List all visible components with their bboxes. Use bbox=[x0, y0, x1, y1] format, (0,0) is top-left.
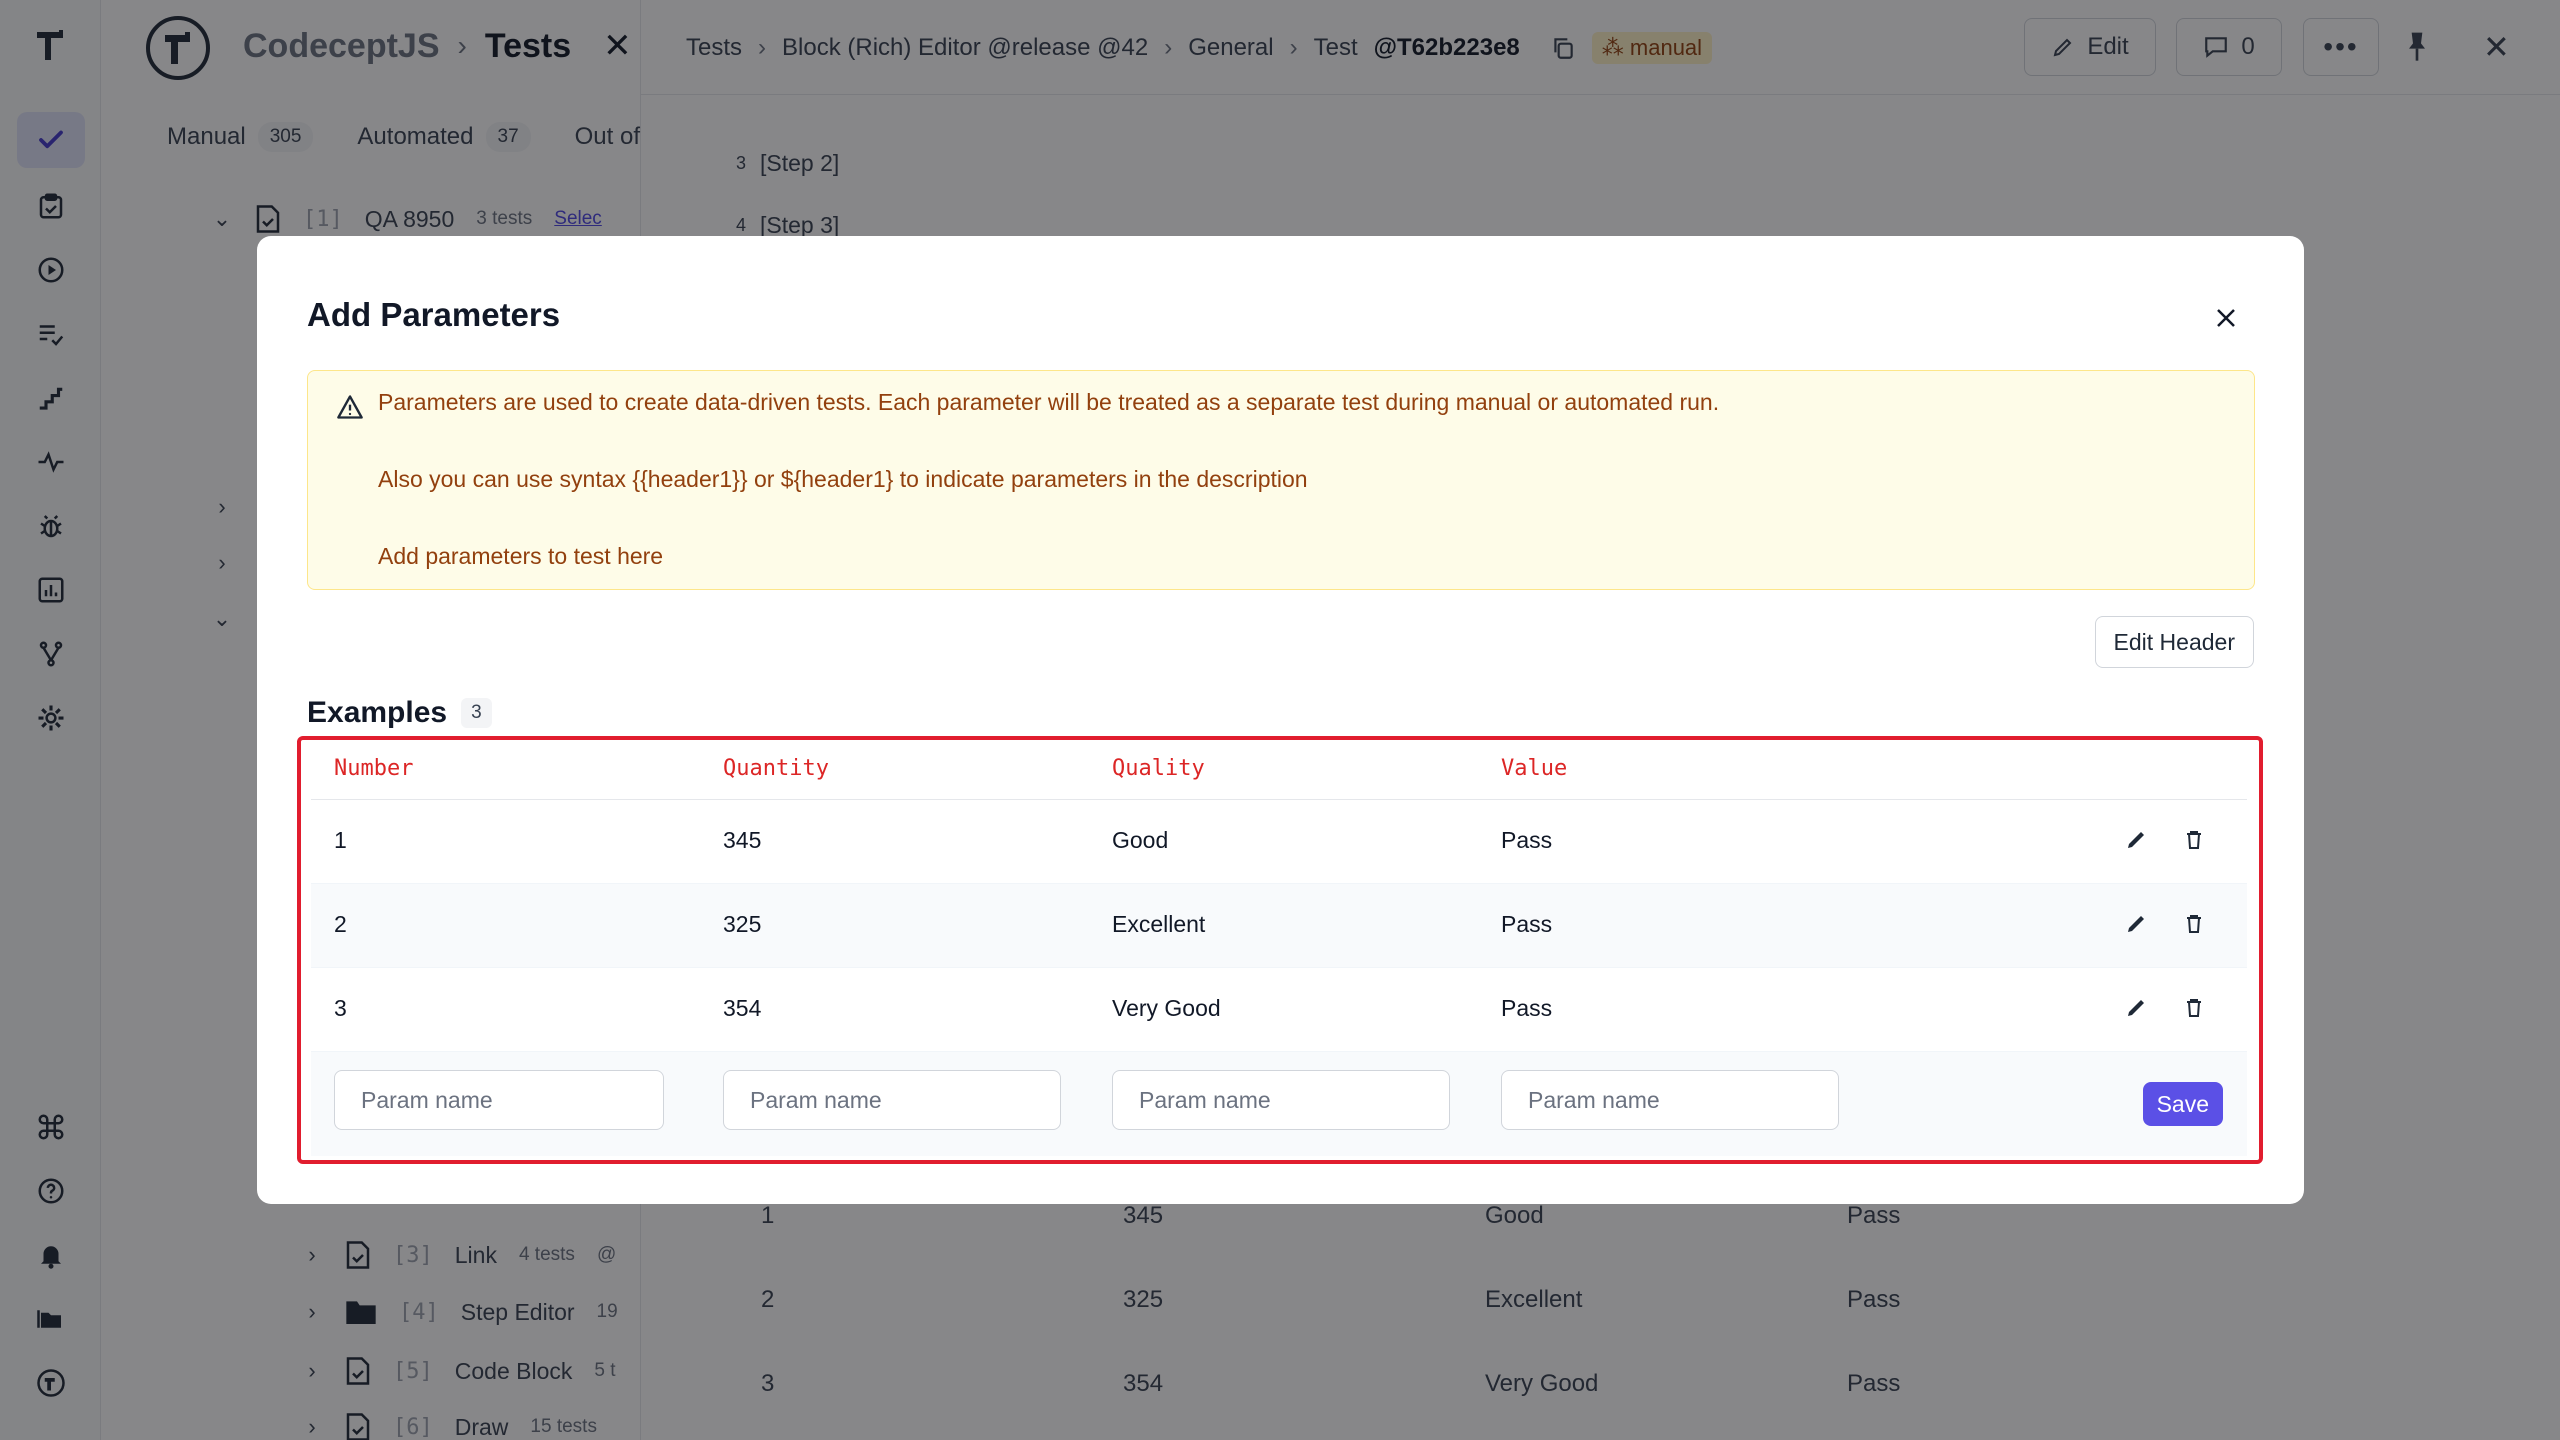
examples-table: Number Quantity Quality Value 1 345 Good… bbox=[297, 736, 2263, 1164]
column-header: Value bbox=[1501, 756, 1568, 781]
cell-quantity: 345 bbox=[723, 827, 762, 853]
warning-icon bbox=[337, 395, 363, 419]
cell-number: 3 bbox=[334, 995, 347, 1021]
alert-text: Also you can use syntax {{header1}} or $… bbox=[378, 466, 1308, 492]
new-example-row: Save bbox=[311, 1052, 2247, 1156]
cell-value: Pass bbox=[1501, 911, 1553, 937]
close-dialog-button[interactable] bbox=[2206, 298, 2246, 338]
add-parameters-dialog: Add Parameters Parameters are used to cr… bbox=[257, 236, 2304, 1204]
close-icon bbox=[2217, 309, 2235, 327]
examples-label: Examples bbox=[307, 696, 448, 729]
cell-quantity: 354 bbox=[723, 995, 762, 1021]
edit-header-button[interactable]: Edit Header bbox=[2094, 616, 2254, 668]
save-button[interactable]: Save bbox=[2142, 1082, 2223, 1126]
examples-heading: Examples 3 bbox=[307, 696, 492, 730]
cell-number: 2 bbox=[334, 911, 347, 937]
param-value-input[interactable] bbox=[1501, 1070, 1839, 1130]
edit-row-button[interactable] bbox=[2118, 906, 2154, 942]
delete-row-button[interactable] bbox=[2176, 906, 2212, 942]
dialog-title: Add Parameters bbox=[307, 296, 561, 333]
delete-row-button[interactable] bbox=[2176, 822, 2212, 858]
pencil-icon bbox=[2128, 1000, 2144, 1016]
trash-icon bbox=[2187, 831, 2201, 849]
column-header: Quantity bbox=[723, 756, 829, 781]
table-row: 3 354 Very Good Pass bbox=[311, 968, 2247, 1052]
info-alert: Parameters are used to create data-drive… bbox=[307, 370, 2255, 590]
trash-icon bbox=[2187, 999, 2201, 1017]
edit-row-button[interactable] bbox=[2118, 990, 2154, 1026]
edit-row-button[interactable] bbox=[2118, 822, 2154, 858]
cell-number: 1 bbox=[334, 827, 347, 853]
param-quality-input[interactable] bbox=[1112, 1070, 1450, 1130]
cell-value: Pass bbox=[1501, 995, 1553, 1021]
alert-text: Add parameters to test here bbox=[378, 543, 664, 569]
trash-icon bbox=[2187, 915, 2201, 933]
pencil-icon bbox=[2128, 916, 2144, 932]
examples-count: 3 bbox=[461, 698, 492, 728]
delete-row-button[interactable] bbox=[2176, 990, 2212, 1026]
pencil-icon bbox=[2128, 832, 2144, 848]
table-row: 1 345 Good Pass bbox=[311, 800, 2247, 884]
alert-text: Parameters are used to create data-drive… bbox=[378, 389, 1720, 415]
table-header: Number Quantity Quality Value bbox=[311, 740, 2247, 800]
table-row: 2 325 Excellent Pass bbox=[311, 884, 2247, 968]
cell-quantity: 325 bbox=[723, 911, 762, 937]
cell-quality: Excellent bbox=[1112, 911, 1206, 937]
param-number-input[interactable] bbox=[334, 1070, 664, 1130]
column-header: Number bbox=[334, 756, 414, 781]
cell-quality: Very Good bbox=[1112, 995, 1221, 1021]
cell-quality: Good bbox=[1112, 827, 1169, 853]
cell-value: Pass bbox=[1501, 827, 1553, 853]
column-header: Quality bbox=[1112, 756, 1205, 781]
param-quantity-input[interactable] bbox=[723, 1070, 1061, 1130]
